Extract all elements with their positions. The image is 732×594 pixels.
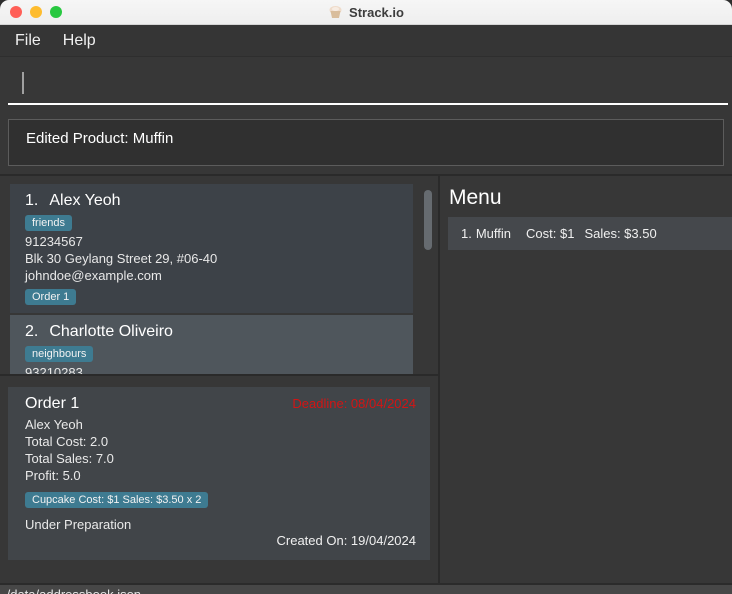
order-pane: Order 1 Deadline: 08/04/2024 Alex Yeoh T…: [0, 374, 438, 583]
menu-item-sales: Sales: $3.50: [584, 226, 657, 241]
person-index: 2.: [25, 323, 39, 340]
tag-row: friends: [25, 213, 401, 231]
traffic-lights: [0, 6, 62, 18]
left-column: 1. Alex Yeoh friends 91234567 Blk 30 Gey…: [0, 176, 440, 583]
menu-item-index: 1.: [461, 226, 472, 241]
tag-badge: friends: [25, 215, 73, 231]
person-card[interactable]: 2. Charlotte Oliveiro neighbours 9321028…: [10, 315, 413, 374]
command-field: [8, 63, 728, 105]
tag-row: neighbours: [25, 344, 401, 362]
command-input[interactable]: [8, 63, 728, 103]
menu-panel: Menu 1. Muffin Cost: $1 Sales: $3.50: [440, 176, 732, 583]
order-total-sales: Total Sales: 7.0: [25, 451, 114, 466]
order-status: Under Preparation: [25, 517, 132, 532]
close-button[interactable]: [10, 6, 22, 18]
main-content: 1. Alex Yeoh friends 91234567 Blk 30 Gey…: [0, 174, 732, 583]
order-deadline: Deadline: 08/04/2024: [292, 396, 416, 411]
person-list: 1. Alex Yeoh friends 91234567 Blk 30 Gey…: [0, 176, 438, 374]
order-customer: Alex Yeoh: [25, 417, 83, 432]
window-title: Strack.io: [349, 4, 404, 20]
statusbar: ./data/addressbook.json: [0, 583, 732, 594]
text-caret: [22, 72, 24, 94]
order-total-cost: Total Cost: 2.0: [25, 434, 109, 449]
menu-item-row[interactable]: 1. Muffin Cost: $1 Sales: $3.50: [448, 217, 732, 250]
menu-help[interactable]: Help: [52, 28, 107, 54]
menu-file[interactable]: File: [4, 28, 52, 54]
minimize-button[interactable]: [30, 6, 42, 18]
tag-badge: neighbours: [25, 346, 94, 362]
person-phone: 91234567: [25, 234, 83, 249]
menu-panel-title: Menu: [449, 186, 502, 209]
order-badge: Order 1: [25, 289, 77, 305]
order-item-row: Cupcake Cost: $1 Sales: $3.50 x 2: [25, 490, 416, 508]
order-item-badge: Cupcake Cost: $1 Sales: $3.50 x 2: [25, 492, 209, 508]
person-email: johndoe@example.com: [25, 268, 162, 283]
order-badge-row: Order 1: [25, 287, 401, 305]
order-profit: Profit: 5.0: [25, 468, 81, 483]
titlebar-center: Strack.io: [0, 5, 732, 20]
person-name-row: 1. Alex Yeoh: [25, 191, 401, 211]
titlebar: Strack.io: [0, 0, 732, 25]
menu-item-cost: Cost: $1: [526, 226, 575, 241]
result-text: Edited Product: Muffin: [26, 130, 174, 147]
order-card[interactable]: Order 1 Deadline: 08/04/2024 Alex Yeoh T…: [8, 387, 430, 560]
person-name: Charlotte Oliveiro: [49, 323, 173, 340]
person-index: 1.: [25, 192, 39, 209]
order-created-date: Created On: 19/04/2024: [276, 533, 417, 548]
person-address: Blk 30 Geylang Street 29, #06-40: [25, 251, 218, 266]
statusbar-filepath: ./data/addressbook.json: [3, 587, 141, 594]
person-name-row: 2. Charlotte Oliveiro: [25, 322, 401, 342]
scrollbar-thumb[interactable]: [424, 190, 432, 250]
person-phone: 93210283: [25, 365, 83, 374]
person-name: Alex Yeoh: [49, 192, 121, 209]
menu-item-name: Muffin: [475, 226, 512, 241]
result-display: Edited Product: Muffin: [8, 119, 724, 166]
order-header: Order 1 Deadline: 08/04/2024: [25, 393, 416, 414]
person-card[interactable]: 1. Alex Yeoh friends 91234567 Blk 30 Gey…: [10, 184, 413, 313]
app-icon: [329, 6, 342, 18]
zoom-button[interactable]: [50, 6, 62, 18]
command-area: [0, 57, 732, 109]
app-window: Strack.io File Help Edited Product: Muff…: [0, 0, 732, 594]
order-title: Order 1: [25, 395, 80, 412]
menubar: File Help: [0, 25, 732, 57]
